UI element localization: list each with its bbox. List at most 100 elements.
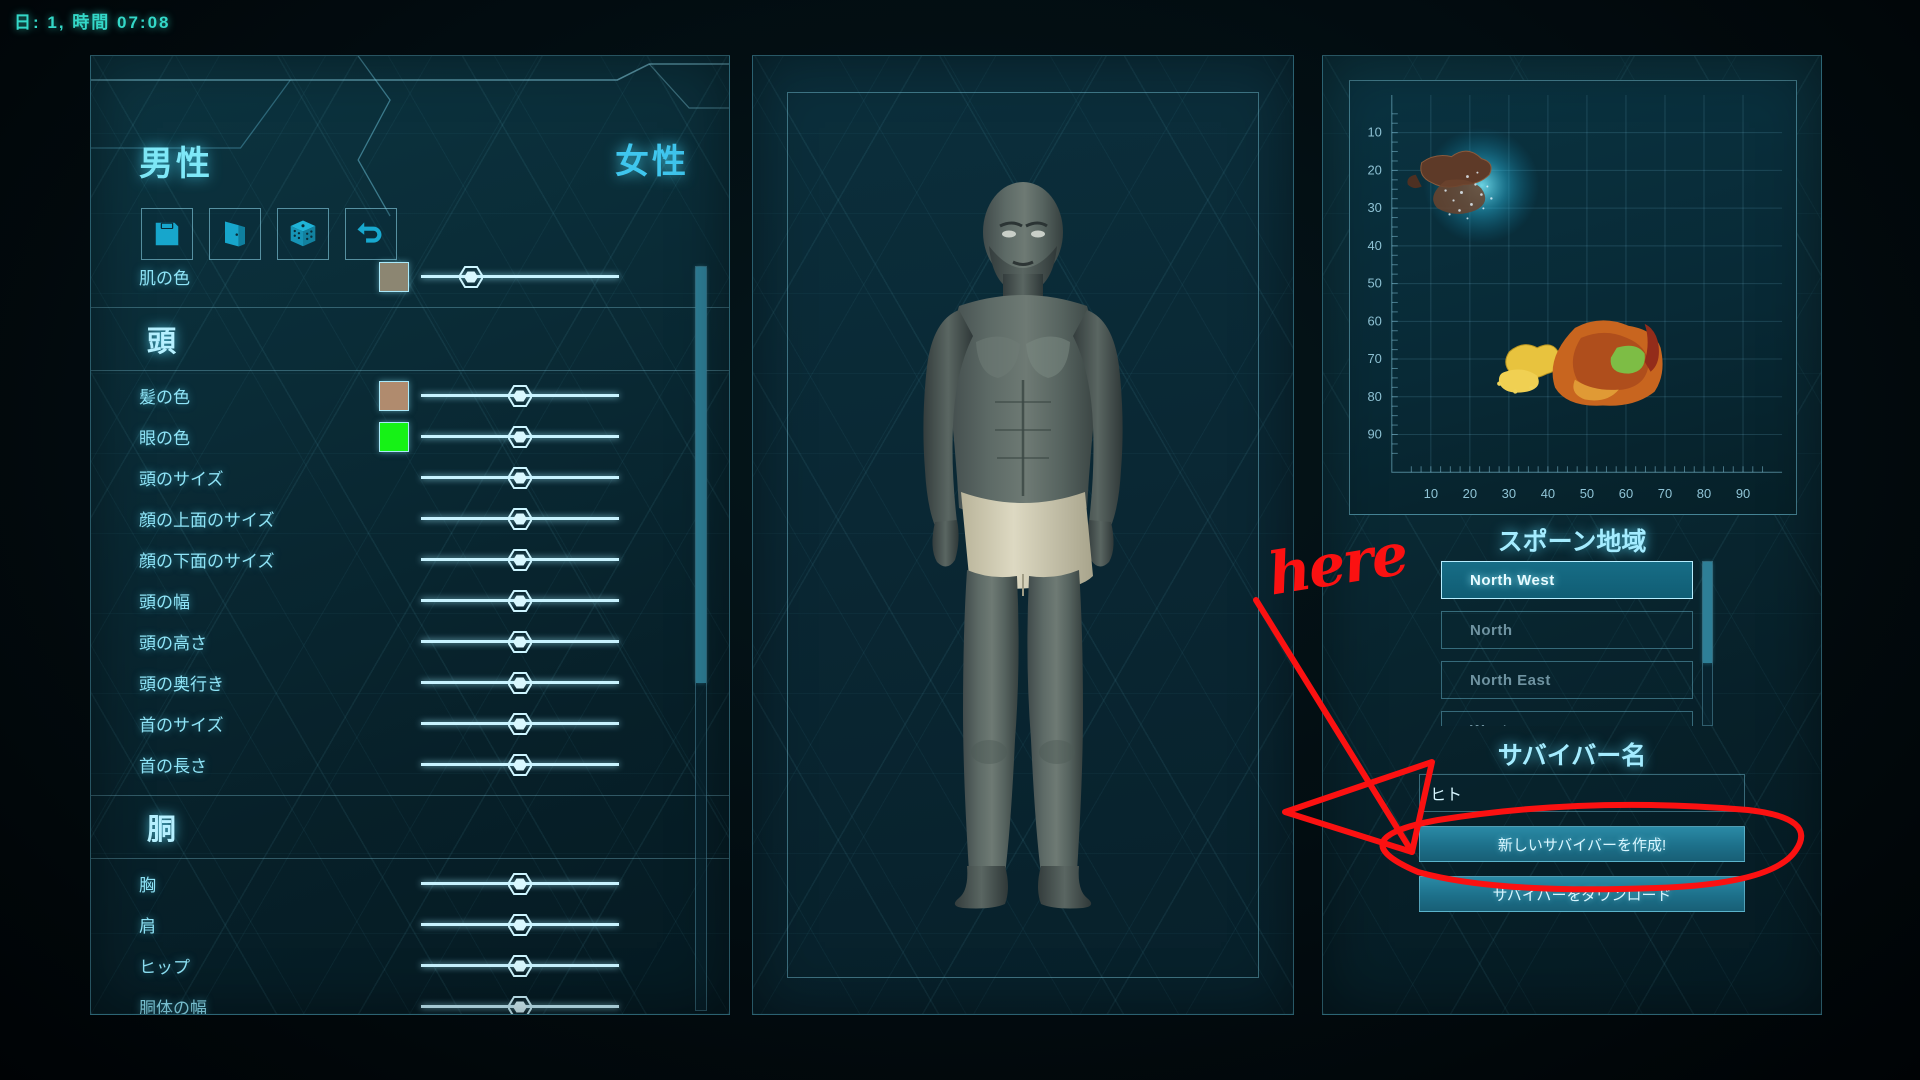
slider-row-label: 頭の幅	[139, 593, 190, 612]
slider-row[interactable]: 胴体の幅	[91, 986, 729, 1015]
svg-text:70: 70	[1367, 351, 1381, 366]
day-time-clock: 日: 1, 時間 07:08	[14, 13, 171, 32]
slider-knob[interactable]	[508, 671, 532, 694]
randomize-icon-button[interactable]	[277, 208, 329, 260]
swatch-spacer	[379, 910, 409, 940]
save-icon	[155, 222, 179, 246]
slider-row[interactable]: 頭の奥行き	[91, 662, 729, 703]
swatch-spacer	[379, 709, 409, 739]
slider-row[interactable]: 顔の上面のサイズ	[91, 498, 729, 539]
appearance-scrollbar-thumb[interactable]	[696, 267, 706, 684]
value-slider[interactable]	[421, 262, 619, 292]
slider-knob[interactable]	[508, 753, 532, 776]
slider-row-label: 胸	[139, 876, 156, 895]
undo-icon	[357, 222, 382, 243]
slider-row[interactable]: 髪の色	[91, 375, 729, 416]
svg-text:20: 20	[1367, 162, 1381, 177]
value-slider[interactable]	[421, 992, 619, 1014]
map-tick-marks: 10 20 30 40 50 60 70 80 90 10 20 30 40 50 60 70 80 90	[1367, 94, 1783, 501]
map-island-main	[1552, 320, 1663, 406]
save-icon-button[interactable]	[141, 208, 193, 260]
slider-row-label: 顔の上面のサイズ	[139, 511, 275, 530]
slider-knob[interactable]	[508, 954, 532, 977]
value-slider[interactable]	[421, 910, 619, 940]
slider-row[interactable]: 肩	[91, 904, 729, 945]
color-swatch[interactable]	[379, 261, 409, 292]
value-slider[interactable]	[421, 668, 619, 698]
value-slider[interactable]	[421, 586, 619, 616]
create-survivor-button[interactable]: 新しいサバイバーを作成!	[1419, 826, 1745, 862]
appearance-scrollbar[interactable]	[695, 266, 707, 1011]
value-slider[interactable]	[421, 545, 619, 575]
appearance-slider-list[interactable]: 肌の色頭髪の色眼の色頭のサイズ顔の上面のサイズ顔の下面のサイズ頭の幅頭の高さ頭の…	[91, 256, 729, 1015]
slider-knob[interactable]	[508, 384, 532, 407]
spawn-map[interactable]: 10 20 30 40 50 60 70 80 90 10 20 30 40 50 60 70 80 90	[1349, 80, 1797, 515]
swatch-spacer	[379, 869, 409, 899]
slider-knob[interactable]	[508, 712, 532, 735]
spawn-map-canvas[interactable]: 10 20 30 40 50 60 70 80 90 10 20 30 40 50 60 70 80 90	[1350, 81, 1796, 514]
spawn-region-item[interactable]: North West	[1441, 561, 1693, 599]
slider-knob[interactable]	[508, 425, 532, 448]
slider-knob[interactable]	[508, 995, 532, 1014]
slider-track	[421, 275, 619, 278]
dice-icon	[290, 220, 316, 247]
svg-text:80: 80	[1697, 486, 1711, 501]
survivor-name-input[interactable]	[1419, 774, 1745, 812]
slider-row[interactable]: ヒップ	[91, 945, 729, 986]
reset-icon-button[interactable]	[345, 208, 397, 260]
slider-knob[interactable]	[508, 589, 532, 612]
slider-knob[interactable]	[508, 548, 532, 571]
slider-knob[interactable]	[508, 466, 532, 489]
slider-section-header: 頭	[91, 307, 729, 371]
spawn-region-scrollbar-thumb[interactable]	[1703, 562, 1712, 664]
slider-knob[interactable]	[508, 872, 532, 895]
svg-text:90: 90	[1367, 426, 1381, 441]
slider-row[interactable]: 胸	[91, 863, 729, 904]
color-swatch[interactable]	[379, 421, 409, 452]
value-slider[interactable]	[421, 381, 619, 411]
slider-row-label: 頭の高さ	[139, 634, 207, 653]
slider-row[interactable]: 首のサイズ	[91, 703, 729, 744]
slider-row[interactable]: 顔の下面のサイズ	[91, 539, 729, 580]
download-survivor-button[interactable]: サバイバーをダウンロード	[1419, 876, 1745, 912]
slider-section-label: 頭	[147, 326, 177, 358]
slider-knob[interactable]	[508, 507, 532, 530]
swatch-spacer	[379, 992, 409, 1015]
slider-section-header: 胴	[91, 795, 729, 859]
spawn-region-item[interactable]: West	[1441, 711, 1693, 726]
value-slider[interactable]	[421, 750, 619, 780]
value-slider[interactable]	[421, 504, 619, 534]
value-slider[interactable]	[421, 709, 619, 739]
color-swatch[interactable]	[379, 380, 409, 411]
slider-knob[interactable]	[508, 913, 532, 936]
slider-row-label: 頭の奥行き	[139, 675, 224, 694]
character-preview-panel[interactable]	[752, 55, 1294, 1015]
slider-row[interactable]: 頭の高さ	[91, 621, 729, 662]
spawn-region-item[interactable]: North East	[1441, 661, 1693, 699]
slider-row[interactable]: 肌の色	[91, 256, 729, 297]
slider-knob[interactable]	[458, 265, 483, 288]
slider-knob[interactable]	[508, 630, 532, 653]
character-model[interactable]	[843, 174, 1203, 1004]
tab-female[interactable]: 女性	[615, 134, 689, 183]
value-slider[interactable]	[421, 422, 619, 452]
slider-row[interactable]: 頭のサイズ	[91, 457, 729, 498]
value-slider[interactable]	[421, 627, 619, 657]
value-slider[interactable]	[421, 463, 619, 493]
slider-row-label: 眼の色	[139, 429, 190, 448]
load-icon-button[interactable]	[209, 208, 261, 260]
spawn-region-list[interactable]: North West North North East West	[1441, 561, 1693, 726]
app-root: 日: 1, 時間 07:08 男性 女性 肌の色 頭 髪の色 眼の色 頭のサイズ…	[0, 0, 1920, 1080]
slider-row[interactable]: 首の長さ	[91, 744, 729, 785]
svg-text:40: 40	[1367, 238, 1381, 253]
value-slider[interactable]	[421, 869, 619, 899]
slider-row[interactable]: 頭の幅	[91, 580, 729, 621]
swatch-spacer	[379, 586, 409, 616]
slider-row[interactable]: 眼の色	[91, 416, 729, 457]
slider-row-label: 首のサイズ	[139, 716, 224, 735]
spawn-region-title: スポーン地域	[1497, 528, 1647, 556]
spawn-region-item[interactable]: North	[1441, 611, 1693, 649]
spawn-region-scrollbar[interactable]	[1702, 561, 1713, 726]
tab-male[interactable]: 男性	[139, 136, 213, 185]
value-slider[interactable]	[421, 951, 619, 981]
